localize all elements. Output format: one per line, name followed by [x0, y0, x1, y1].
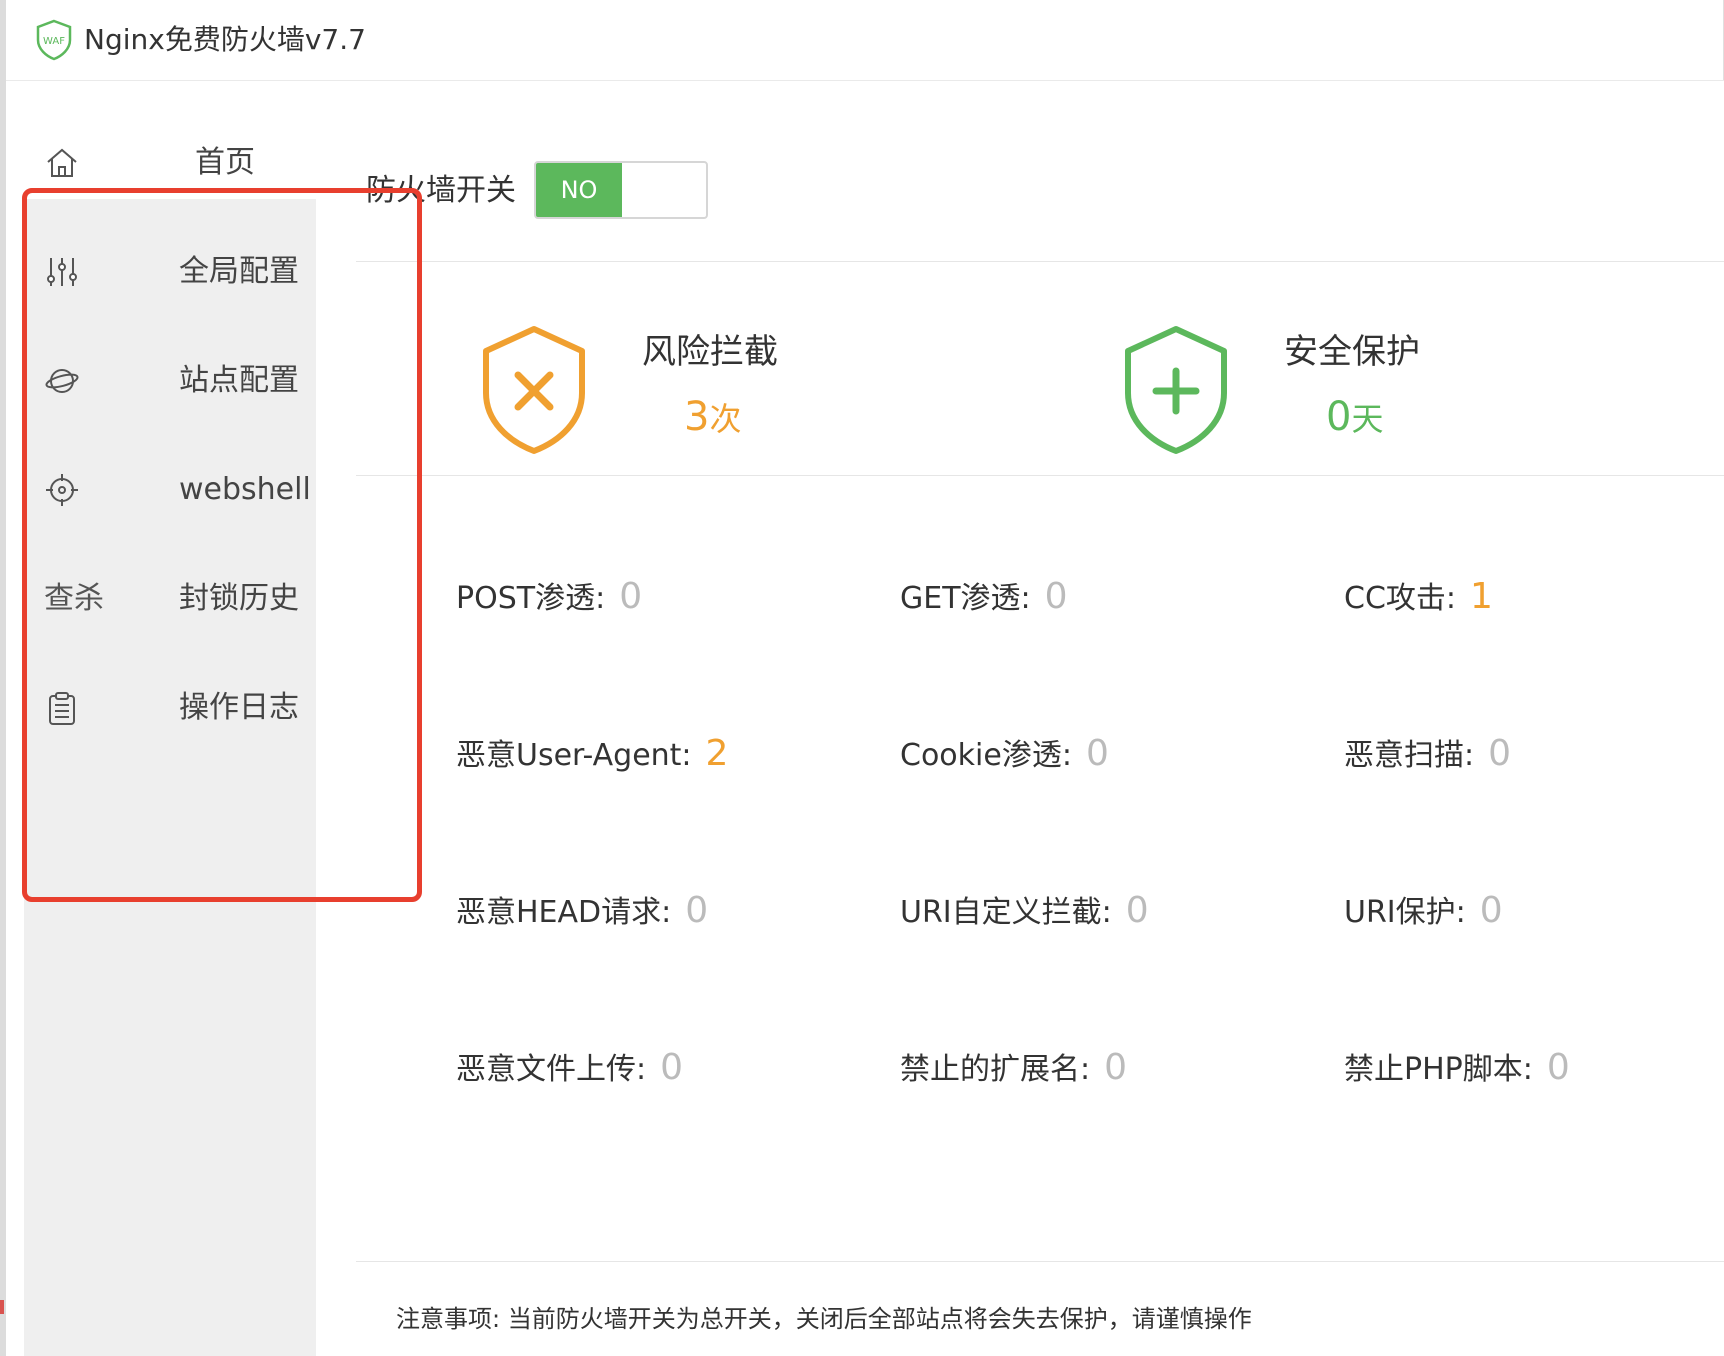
sidebar-item-label: 操作日志: [179, 690, 299, 725]
sidebar-item-global-config[interactable]: 全局配置: [24, 212, 316, 332]
metric-value: 0: [1044, 576, 1068, 617]
metric-forbidden-extensions: 禁止的扩展名: 0: [900, 1046, 1127, 1092]
metric-malicious-scan: 恶意扫描: 0: [1344, 732, 1511, 778]
metric-value: 2: [705, 733, 729, 774]
waf-logo-icon: WAF: [32, 18, 76, 62]
metric-label: 恶意HEAD请求:: [456, 895, 672, 930]
metric-label: CC攻击:: [1344, 581, 1457, 616]
sidebar-item-label: 站点配置: [179, 363, 299, 398]
security-protection-card: 安全保护 0天: [1116, 321, 1536, 481]
firewall-toggle-switch[interactable]: NO: [534, 161, 708, 219]
metric-value: 0: [1085, 733, 1109, 774]
sidebar-item-site-config[interactable]: 站点配置: [24, 321, 316, 441]
metric-value: 0: [1125, 890, 1149, 931]
sidebar-item-label: 全局配置: [179, 254, 299, 289]
metric-value: 0: [685, 890, 709, 931]
clipboard-icon: [44, 690, 80, 726]
sidebar-item-label: webshell: [179, 472, 311, 507]
section-divider: [356, 261, 1724, 262]
metric-forbidden-php: 禁止PHP脚本: 0: [1344, 1046, 1570, 1092]
metric-value: 0: [619, 576, 643, 617]
stat-value: 0天: [1326, 387, 1383, 449]
sidebar-item-home[interactable]: 首页: [24, 103, 316, 223]
dashboard-main: 防火墙开关 NO 风险拦截 3次 安全保护 0天 POST渗透: 0 GET渗透…: [356, 81, 1724, 1356]
metric-uri-protection: URI保护: 0: [1344, 889, 1503, 935]
svg-text:WAF: WAF: [43, 36, 65, 47]
stat-number: 0: [1326, 394, 1352, 440]
metric-label: 恶意文件上传:: [456, 1052, 647, 1087]
metric-label: 禁止PHP脚本:: [1344, 1052, 1533, 1087]
metric-value: 1: [1470, 576, 1493, 617]
metric-value: 0: [1479, 890, 1503, 931]
metric-value: 0: [1104, 1047, 1128, 1088]
sidebar-item-operation-log[interactable]: 操作日志: [24, 648, 316, 768]
stat-unit: 次: [709, 400, 742, 438]
shield-x-icon: [474, 321, 594, 459]
metric-label: GET渗透:: [900, 581, 1031, 616]
edge-marker: [0, 1300, 4, 1314]
firewall-switch-label: 防火墙开关: [366, 173, 516, 208]
sidebar: 首页 全局配置 站点配置 webshell 查杀 封锁历史 操作日志: [6, 81, 316, 1356]
caution-note: 注意事项: 当前防火墙开关为总开关，关闭后全部站点将会失去保护，请谨慎操作: [396, 1305, 1252, 1333]
metric-value: 0: [1488, 733, 1512, 774]
metric-value: 0: [660, 1047, 684, 1088]
target-icon: [44, 472, 80, 508]
metric-malicious-user-agent: 恶意User-Agent: 2: [456, 732, 728, 778]
metric-post-penetration: POST渗透: 0: [456, 575, 642, 621]
stat-value: 3次: [684, 387, 741, 449]
metric-label: 恶意User-Agent:: [456, 738, 692, 773]
metric-label: Cookie渗透:: [900, 738, 1072, 773]
risk-intercept-card: 风险拦截 3次: [474, 321, 894, 481]
kill-icon-text: 查杀: [44, 581, 104, 616]
metric-cookie-penetration: Cookie渗透: 0: [900, 732, 1109, 778]
metric-get-penetration: GET渗透: 0: [900, 575, 1068, 621]
stat-unit: 天: [1351, 400, 1384, 438]
metric-label: URI自定义拦截:: [900, 895, 1112, 930]
metric-malicious-head: 恶意HEAD请求: 0: [456, 889, 708, 935]
stat-title: 风险拦截: [642, 332, 778, 372]
metric-label: POST渗透:: [456, 581, 606, 616]
home-icon: [44, 145, 80, 181]
stat-number: 3: [684, 394, 710, 440]
section-divider: [356, 475, 1724, 476]
planet-icon: [44, 363, 80, 399]
metric-cc-attack: CC攻击: 1: [1344, 575, 1493, 621]
metric-uri-custom-intercept: URI自定义拦截: 0: [900, 889, 1149, 935]
sidebar-item-label: 封锁历史: [179, 581, 299, 616]
shield-plus-icon: [1116, 321, 1236, 459]
sidebar-item-webshell[interactable]: webshell: [24, 430, 316, 550]
kill-icon: 查杀: [44, 581, 114, 617]
stat-title: 安全保护: [1284, 332, 1420, 372]
metric-label: URI保护:: [1344, 895, 1466, 930]
sliders-icon: [44, 254, 80, 290]
app-header: WAF Nginx免费防火墙v7.7: [6, 0, 1724, 81]
metric-label: 禁止的扩展名:: [900, 1052, 1091, 1087]
sidebar-item-label: 首页: [195, 145, 255, 180]
metric-malicious-upload: 恶意文件上传: 0: [456, 1046, 683, 1092]
metric-value: 0: [1546, 1047, 1570, 1088]
metric-label: 恶意扫描:: [1344, 738, 1475, 773]
app-title: Nginx免费防火墙v7.7: [84, 23, 366, 56]
sidebar-item-block-history[interactable]: 查杀 封锁历史: [24, 539, 316, 659]
section-divider: [356, 1261, 1724, 1262]
toggle-state-text: NO: [536, 163, 622, 217]
